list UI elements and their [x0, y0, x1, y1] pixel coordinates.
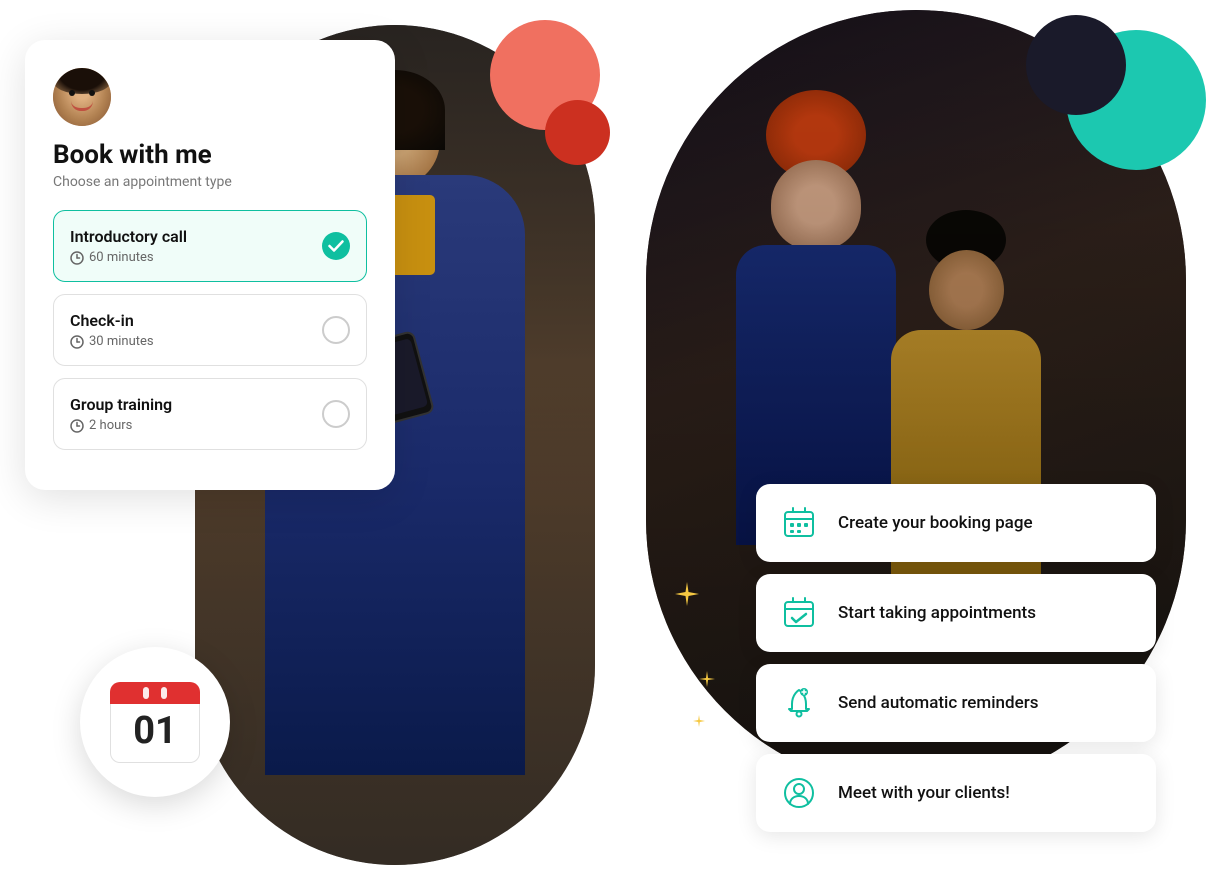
scene: Book with me Choose an appointment type … — [0, 0, 1206, 892]
calendar-check-icon — [778, 592, 820, 634]
clock-icon-group — [70, 419, 84, 433]
feature-text-meet-clients: Meet with your clients! — [838, 783, 1010, 803]
card-title: Book with me — [53, 140, 367, 170]
radio-selected-introductory — [322, 232, 350, 260]
appt-item-left-group: Group training 2 hours — [70, 395, 172, 433]
coral-circle-small — [545, 100, 610, 165]
appt-duration-introductory: 60 minutes — [70, 250, 187, 265]
avatar — [53, 68, 111, 126]
booking-card: Book with me Choose an appointment type … — [25, 40, 395, 490]
calendar-widget: 01 — [80, 647, 230, 797]
appt-item-left-checkin: Check-in 30 minutes — [70, 311, 154, 349]
sparkle-large — [673, 580, 701, 612]
radio-unselected-group — [322, 400, 350, 428]
check-icon — [328, 240, 344, 252]
feature-card-start-appointments: Start taking appointments — [756, 574, 1156, 652]
appt-item-check-in[interactable]: Check-in 30 minutes — [53, 294, 367, 366]
feature-text-start-appointments: Start taking appointments — [838, 603, 1036, 623]
calendar-hook-left — [143, 687, 149, 699]
feature-text-create-booking: Create your booking page — [838, 513, 1033, 533]
calendar-hook-right — [161, 687, 167, 699]
clock-icon-introductory — [70, 251, 84, 265]
feature-cards-container: Create your booking page Start taking ap… — [756, 484, 1156, 832]
appt-name-checkin: Check-in — [70, 311, 154, 330]
calendar-body: 01 — [110, 704, 200, 763]
feature-card-send-reminders: Send automatic reminders — [756, 664, 1156, 742]
feature-card-create-booking: Create your booking page — [756, 484, 1156, 562]
appt-item-group-training[interactable]: Group training 2 hours — [53, 378, 367, 450]
card-subtitle: Choose an appointment type — [53, 174, 367, 190]
dark-circle — [1026, 15, 1126, 115]
feature-text-send-reminders: Send automatic reminders — [838, 693, 1038, 713]
radio-unselected-checkin — [322, 316, 350, 344]
person-icon — [778, 772, 820, 814]
appt-duration-checkin: 30 minutes — [70, 334, 154, 349]
calendar-date: 01 — [121, 712, 189, 750]
bell-icon — [778, 682, 820, 724]
calendar-header — [110, 682, 200, 704]
clock-icon-checkin — [70, 335, 84, 349]
appt-name-introductory: Introductory call — [70, 227, 187, 246]
appt-duration-group: 2 hours — [70, 418, 172, 433]
appt-item-introductory-call[interactable]: Introductory call 60 minutes — [53, 210, 367, 282]
sparkle-tiny — [692, 713, 706, 732]
appt-item-left: Introductory call 60 minutes — [70, 227, 187, 265]
calendar-grid-icon — [778, 502, 820, 544]
appt-name-group: Group training — [70, 395, 172, 414]
feature-card-meet-clients: Meet with your clients! — [756, 754, 1156, 832]
sparkle-small — [698, 670, 716, 692]
calendar-icon-wrapper: 01 — [110, 682, 200, 763]
